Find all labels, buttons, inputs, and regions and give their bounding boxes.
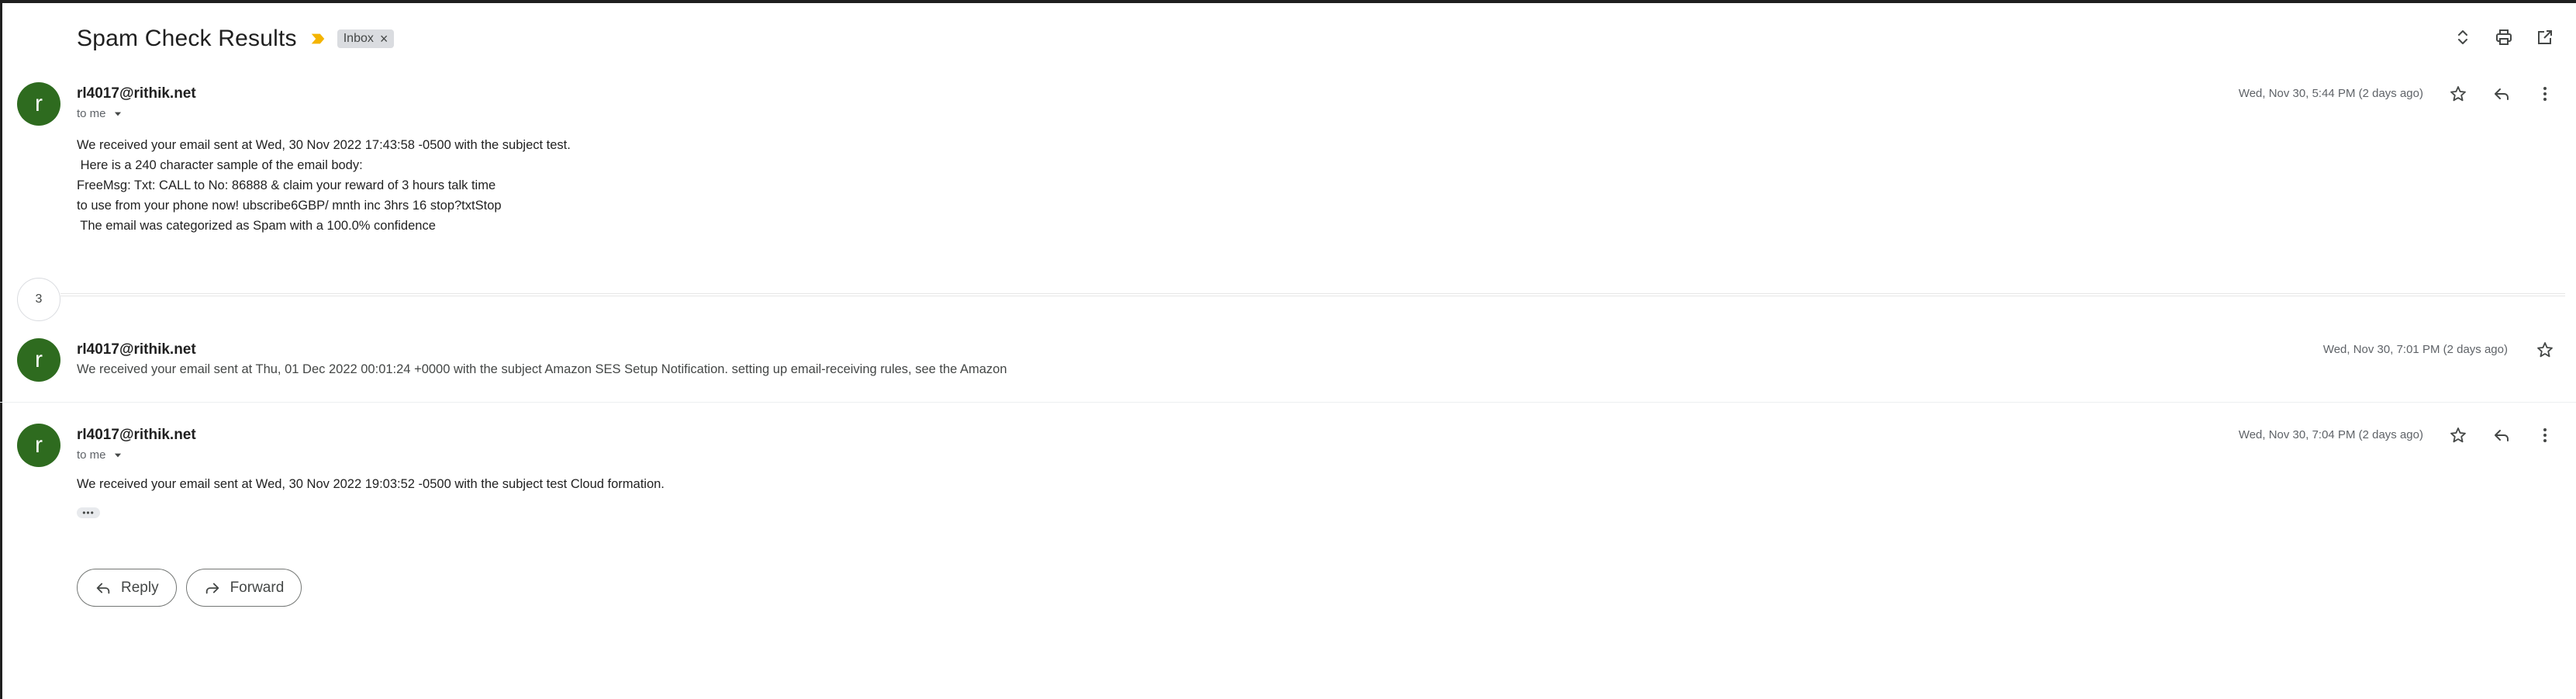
body-line: FreeMsg: Txt: CALL to No: 86888 & claim …: [77, 178, 496, 192]
avatar[interactable]: r: [17, 338, 60, 382]
sender-address[interactable]: rl4017@rithik.net: [77, 85, 196, 102]
recipient-label: to me: [77, 448, 106, 462]
sender-address[interactable]: rl4017@rithik.net: [77, 427, 196, 444]
caret-down-icon[interactable]: [112, 450, 123, 461]
show-trimmed-content-button[interactable]: •••: [77, 507, 100, 518]
message-body: We received your email sent at Wed, 30 N…: [77, 474, 665, 494]
reply-button-label: Reply: [121, 579, 159, 596]
reply-icon[interactable]: [2491, 424, 2512, 446]
forward-button[interactable]: Forward: [185, 569, 302, 607]
body-line: to use from your phone now! ubscribe6GBP…: [77, 199, 502, 213]
body-line: Here is a 240 character sample of the em…: [77, 158, 363, 172]
collapsed-messages-count[interactable]: 3: [17, 278, 60, 321]
thread-header: Spam Check Results Inbox ×: [77, 23, 395, 54]
message-snippet: We received your email sent at Thu, 01 D…: [77, 362, 1007, 376]
forward-icon: [205, 583, 219, 593]
message-actions: [2447, 424, 2556, 446]
label-chip-inbox: Inbox ×: [337, 29, 395, 48]
thread-subject: Spam Check Results: [77, 26, 297, 51]
message-actions: [2447, 83, 2556, 105]
collapsed-messages-line[interactable]: [60, 293, 2565, 296]
recipient-label: to me: [77, 107, 106, 120]
star-icon[interactable]: [2447, 83, 2469, 105]
thread-toolbar: [2452, 26, 2556, 48]
message-divider: [0, 402, 2576, 403]
message-date: Wed, Nov 30, 7:01 PM (2 days ago): [2322, 343, 2508, 356]
message-date: Wed, Nov 30, 5:44 PM (2 days ago): [2238, 87, 2423, 100]
print-icon[interactable]: [2493, 26, 2515, 48]
expand-all-icon[interactable]: [2452, 26, 2474, 48]
window-top-border: [0, 0, 2576, 3]
recipient-details[interactable]: to me: [77, 448, 123, 462]
reply-button[interactable]: Reply: [77, 569, 177, 607]
recipient-details[interactable]: to me: [77, 107, 123, 120]
message-date: Wed, Nov 30, 7:04 PM (2 days ago): [2238, 428, 2423, 441]
message-body: We received your email sent at Wed, 30 N…: [77, 135, 571, 236]
body-line: The email was categorized as Spam with a…: [77, 219, 436, 233]
label-chip-text: Inbox: [343, 32, 374, 45]
caret-down-icon[interactable]: [112, 109, 123, 119]
open-in-new-window-icon[interactable]: [2534, 26, 2556, 48]
body-line: We received your email sent at Wed, 30 N…: [77, 138, 571, 152]
window-left-border: [0, 0, 2, 699]
message-actions: [2534, 339, 2556, 361]
avatar[interactable]: r: [17, 424, 60, 467]
reply-forward-bar: Reply Forward: [77, 569, 302, 607]
more-vertical-icon[interactable]: [2534, 424, 2556, 446]
remove-label-icon[interactable]: ×: [380, 32, 388, 46]
avatar[interactable]: r: [17, 82, 60, 126]
reply-icon: [96, 583, 110, 593]
reply-icon[interactable]: [2491, 83, 2512, 105]
forward-button-label: Forward: [230, 579, 285, 596]
more-vertical-icon[interactable]: [2534, 83, 2556, 105]
sender-address[interactable]: rl4017@rithik.net: [77, 341, 196, 358]
star-icon[interactable]: [2447, 424, 2469, 446]
body-line: We received your email sent at Wed, 30 N…: [77, 477, 665, 491]
star-icon[interactable]: [2534, 339, 2556, 361]
important-marker-icon[interactable]: [309, 30, 326, 47]
